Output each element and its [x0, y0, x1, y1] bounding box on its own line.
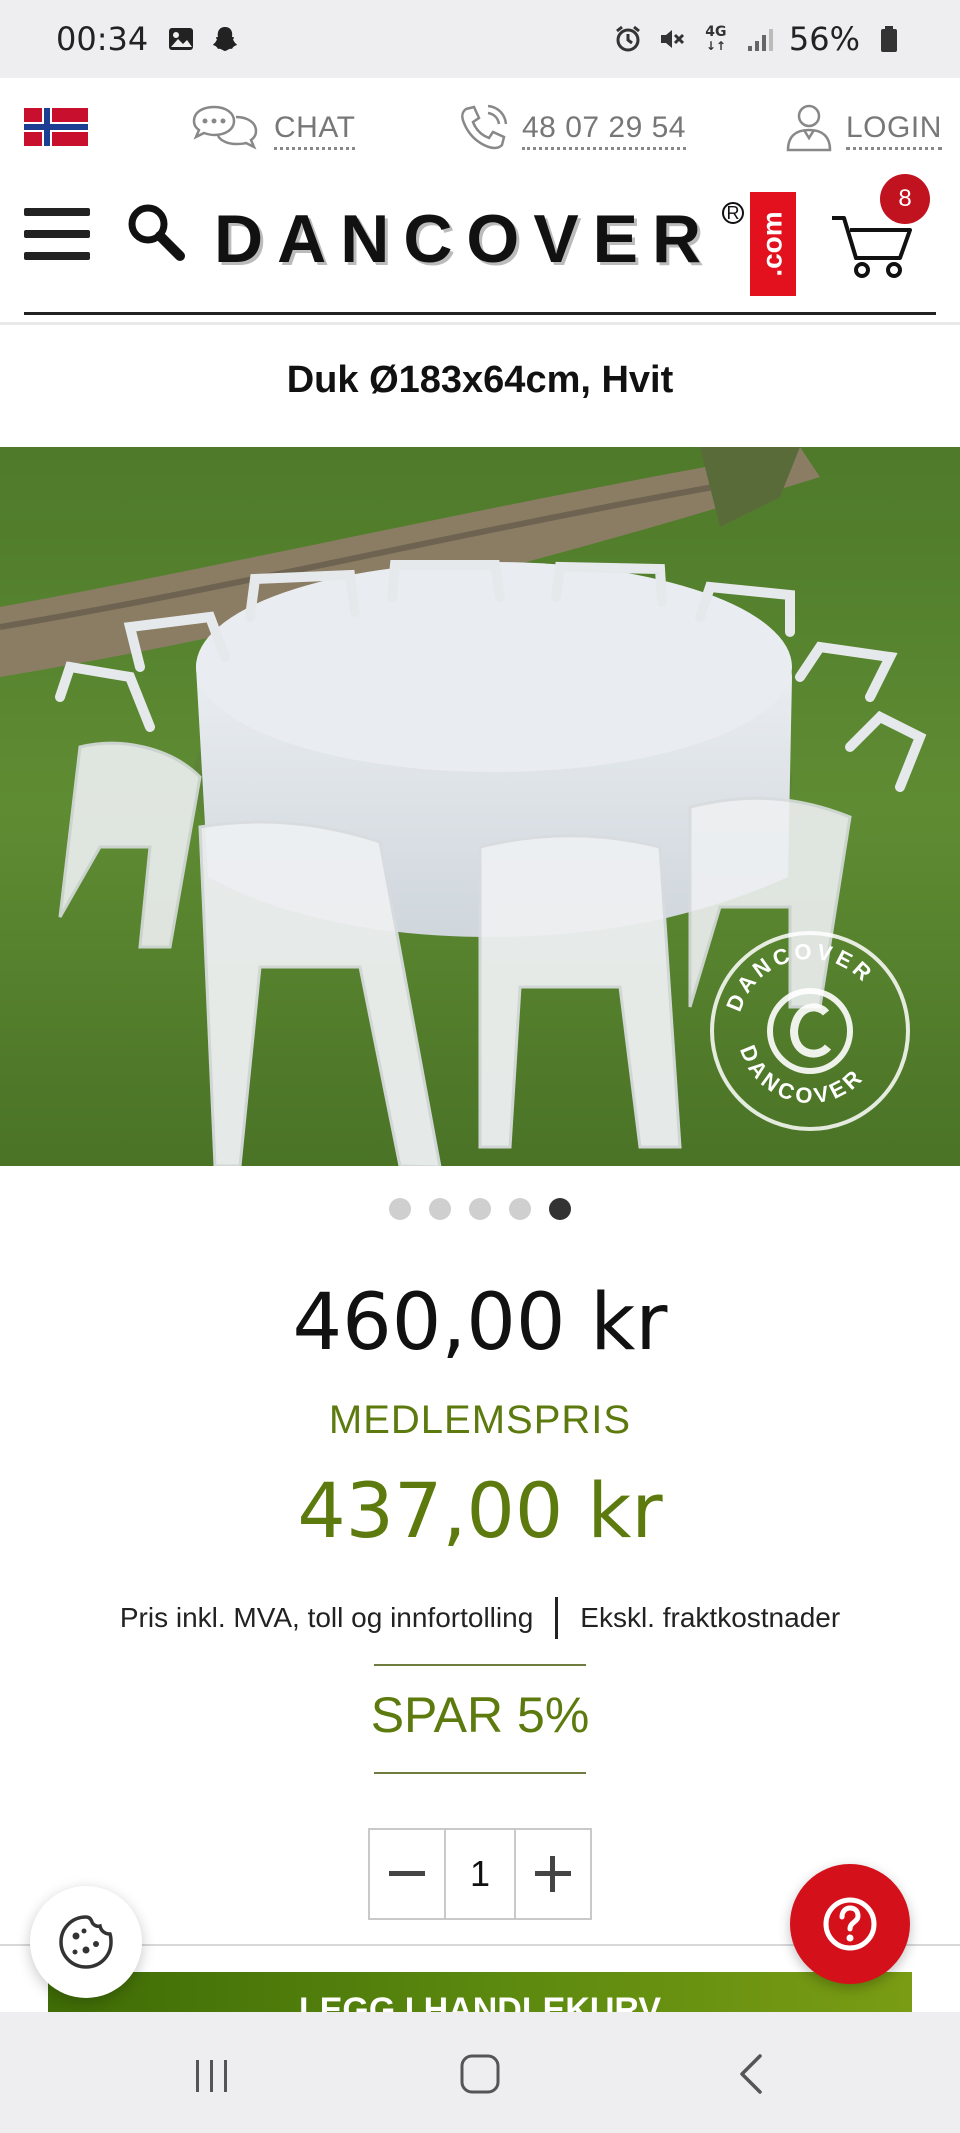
system-navigation-bar: [0, 2012, 960, 2133]
member-price: 437,00 kr: [297, 1466, 663, 1555]
user-icon: [784, 102, 834, 159]
notes-separator: [555, 1597, 559, 1639]
site-header: DANCOVER R .com: [0, 178, 960, 318]
cookie-icon: [59, 1915, 113, 1969]
chat-link[interactable]: CHAT: [188, 102, 356, 158]
alarm-icon: [613, 24, 643, 54]
carousel-dots: [0, 1198, 960, 1222]
help-button[interactable]: [790, 1864, 910, 1984]
phone-label: 48 07 29 54: [522, 111, 686, 150]
carousel-dot[interactable]: [469, 1198, 491, 1220]
decrease-quantity-button[interactable]: [370, 1830, 444, 1918]
minus-icon: [389, 1871, 425, 1876]
discount-bottom-rule: [374, 1772, 586, 1774]
snapchat-notification-icon: [210, 24, 240, 54]
increase-quantity-button[interactable]: [516, 1830, 590, 1918]
question-mark-icon: [823, 1897, 877, 1951]
login-label: LOGIN: [846, 111, 942, 150]
discount-label: SPAR 5%: [370, 1687, 590, 1743]
gallery-notification-icon: [166, 24, 196, 54]
product-image[interactable]: DANCOVER DANCOVER: [0, 447, 960, 1166]
header-shadow: [0, 322, 960, 325]
carousel-dot[interactable]: [389, 1198, 411, 1220]
add-to-cart-button[interactable]: LEGG I HANDLEKURV: [48, 1972, 912, 2012]
status-system-icons: 4G ↓↑ 56%: [613, 20, 904, 58]
search-icon[interactable]: [124, 200, 188, 264]
add-to-cart-label: LEGG I HANDLEKURV: [298, 1991, 662, 2012]
member-price-label: MEDLEMSPRIS: [328, 1398, 632, 1442]
quantity-stepper: 1: [368, 1828, 592, 1920]
network-4g-icon: 4G ↓↑: [705, 24, 727, 53]
tax-note: Pris inkl. MVA, toll og innfortolling: [119, 1602, 534, 1633]
carousel-dot[interactable]: [509, 1198, 531, 1220]
plus-icon: [535, 1856, 571, 1892]
logo-com-text: .com: [757, 211, 789, 277]
status-notification-icons: [166, 24, 240, 54]
battery-icon: [874, 24, 904, 54]
product-title: Duk Ø183x64cm, Hvit: [286, 359, 674, 401]
login-link[interactable]: LOGIN: [784, 102, 942, 158]
chat-label: CHAT: [274, 111, 356, 150]
logo-wordmark: DANCOVER: [214, 201, 716, 277]
phone-link[interactable]: 48 07 29 54: [456, 102, 686, 158]
header-divider: [24, 312, 936, 315]
price-notes: Pris inkl. MVA, toll og innfortolling Ek…: [0, 1594, 960, 1642]
utility-bar: CHAT 48 07 29 54 LOGIN: [0, 78, 960, 178]
carousel-dot[interactable]: [549, 1198, 571, 1220]
back-icon[interactable]: [732, 2052, 772, 2096]
status-time: 00:34: [56, 20, 149, 58]
battery-percent: 56%: [788, 20, 860, 58]
recent-apps-icon[interactable]: [190, 2056, 234, 2096]
hamburger-menu-icon[interactable]: [24, 208, 90, 260]
discount-top-rule: [374, 1664, 586, 1666]
phone-icon: [456, 103, 510, 158]
signal-icon: [745, 24, 775, 54]
carousel-dot[interactable]: [429, 1198, 451, 1220]
logo-registered-mark: R: [722, 202, 744, 224]
chat-bubbles-icon: [188, 103, 262, 158]
logo-com-badge: .com: [750, 192, 796, 296]
home-icon[interactable]: [458, 2052, 502, 2096]
cookie-settings-button[interactable]: [30, 1886, 142, 1998]
norway-flag-icon[interactable]: [24, 108, 88, 146]
freight-note: Ekskl. fraktkostnader: [580, 1602, 841, 1633]
product-price: 460,00 kr: [292, 1278, 668, 1368]
network-type-label: 4G: [705, 24, 727, 40]
dancover-logo[interactable]: DANCOVER R .com: [214, 192, 796, 296]
quantity-input[interactable]: 1: [444, 1830, 516, 1918]
cart-count-badge[interactable]: 8: [880, 174, 930, 224]
status-bar: 00:34 4G ↓↑ 56%: [0, 0, 960, 78]
mute-icon: [657, 24, 687, 54]
